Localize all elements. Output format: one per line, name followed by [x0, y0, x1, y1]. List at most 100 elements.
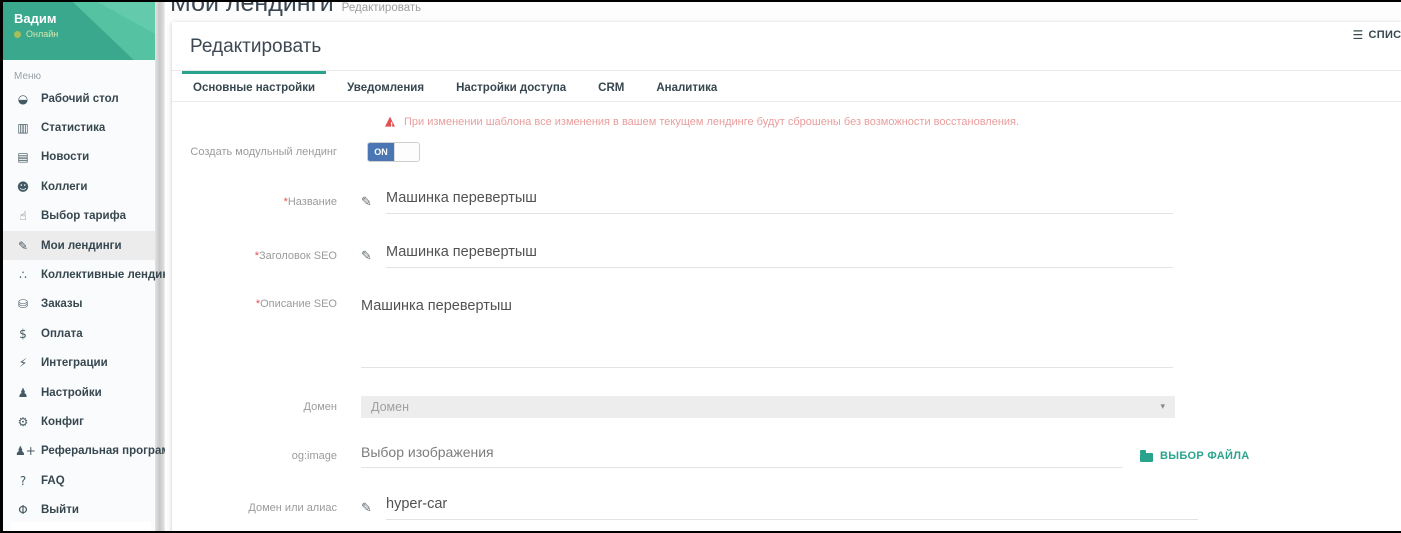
sidebar-item-referral[interactable]: ♟+Реферальная программа: [3, 437, 155, 466]
list-view-button-label: СПИСОК: [1369, 29, 1401, 41]
sidebar-item-tariff[interactable]: ☝ Выбор тарифа: [3, 202, 155, 231]
seo-title-input[interactable]: [386, 244, 1173, 268]
sidebar-item-label: Коллеги: [41, 181, 87, 193]
user-panel[interactable]: Вадим Онлайн: [3, 2, 155, 60]
card-header: Редактировать: [172, 22, 1401, 71]
sidebar-item-news[interactable]: ▤ Новости: [3, 143, 155, 172]
form-row-name: *Название ✎: [172, 190, 1401, 214]
card-title: Редактировать: [190, 36, 1401, 58]
field-label: *Название: [172, 196, 361, 208]
sidebar-bottom-box: [11, 522, 151, 531]
colleagues-icon: ☻: [15, 180, 31, 194]
field-label: Домен или алиас: [172, 502, 361, 514]
pencil-icon: ✎: [361, 195, 379, 210]
sidebar-item-label: Заказы: [41, 298, 82, 310]
og-image-picker[interactable]: Выбор изображения: [361, 444, 1123, 468]
app-window: Вадим Онлайн Меню ◒ Рабочий стол ▥ Статисти…: [3, 2, 1401, 531]
breadcrumb: Редактировать: [342, 2, 421, 14]
field-label: og:image: [172, 450, 361, 462]
field-label: *Описание SEO: [172, 298, 361, 310]
my-landings-icon: ✎: [15, 239, 31, 253]
field-label: *Заголовок SEO: [172, 250, 361, 262]
user-status: Онлайн: [14, 29, 58, 39]
tab-analytics[interactable]: Аналитика: [645, 71, 728, 101]
page-title: Мои лендинги: [170, 2, 334, 18]
modular-landing-toggle[interactable]: ON: [367, 142, 420, 162]
name-input[interactable]: [386, 190, 1173, 214]
tab-main-settings[interactable]: Основные настройки: [182, 71, 326, 101]
alias-input[interactable]: [386, 496, 1198, 520]
form-row-modular-toggle: Создать модульный лендинг ON: [172, 142, 1401, 162]
sidebar-item-label: Интеграции: [41, 357, 108, 369]
sidebar-item-label: Выйти: [41, 504, 79, 516]
folder-icon: [1140, 453, 1153, 462]
sidebar-item-logout[interactable]: Φ Выйти: [3, 495, 155, 524]
toggle-on-label: ON: [368, 143, 394, 161]
sidebar-item-colleagues[interactable]: ☻ Коллеги: [3, 172, 155, 201]
warning-text: При изменении шаблона все изменения в ва…: [404, 116, 1019, 128]
choose-file-button[interactable]: ВЫБОР ФАЙЛА: [1140, 450, 1250, 462]
payment-icon: $: [15, 327, 31, 341]
warning-banner: ▲ При изменении шаблона все изменения в …: [385, 115, 1401, 128]
user-status-label: Онлайн: [26, 29, 58, 39]
sidebar-item-label: Выбор тарифа: [41, 210, 126, 222]
field-label: Домен: [172, 401, 361, 413]
tab-crm[interactable]: CRM: [587, 71, 635, 101]
sidebar-item-settings[interactable]: ♟ Настройки: [3, 378, 155, 407]
seo-description-textarea[interactable]: Машинка перевертыш: [361, 298, 1173, 368]
sidebar-item-label: Конфиг: [41, 416, 84, 428]
config-icon: ⚙: [15, 415, 31, 429]
dashboard-icon: ◒: [15, 92, 31, 106]
choose-file-button-label: ВЫБОР ФАЙЛА: [1160, 450, 1250, 462]
tab-notifications[interactable]: Уведомления: [336, 71, 435, 101]
sidebar-item-label: Мои лендинги: [41, 240, 122, 252]
tab-access-settings[interactable]: Настройки доступа: [445, 71, 577, 101]
tabs: Основные настройки Уведомления Настройки д…: [172, 71, 1401, 102]
sidebar-item-config[interactable]: ⚙ Конфиг: [3, 407, 155, 436]
form-row-og-image: og:image Выбор изображения ВЫБОР ФАЙЛА: [172, 444, 1401, 468]
domain-select[interactable]: Домен ▾: [361, 396, 1175, 418]
integrations-icon: ⚡: [15, 356, 31, 370]
faq-icon: ?: [15, 474, 31, 488]
sidebar-item-dashboard[interactable]: ◒ Рабочий стол: [3, 84, 155, 113]
form-row-seo-title: *Заголовок SEO ✎: [172, 244, 1401, 268]
sidebar-item-label: FAQ: [41, 475, 65, 487]
sidebar-item-orders[interactable]: ⛁ Заказы: [3, 290, 155, 319]
sidebar: Вадим Онлайн Меню ◒ Рабочий стол ▥ Статисти…: [3, 2, 155, 531]
logout-icon: Φ: [15, 503, 31, 517]
online-dot-icon: [14, 31, 21, 38]
orders-icon: ⛁: [15, 297, 31, 311]
main-content: Мои лендинги Редактировать ☰ СПИСОК Реда…: [165, 2, 1401, 531]
list-view-button[interactable]: ☰ СПИСОК: [1352, 28, 1401, 42]
sidebar-item-label: Рабочий стол: [41, 93, 119, 105]
sidebar-item-label: Настройки: [41, 387, 102, 399]
field-label: Создать модульный лендинг: [172, 146, 361, 158]
sidebar-item-my-landings[interactable]: ✎ Мои лендинги: [3, 231, 155, 260]
menu-section-label: Меню: [14, 71, 155, 82]
list-icon: ☰: [1352, 28, 1363, 42]
pencil-icon: ✎: [361, 501, 379, 516]
warning-icon: ▲: [385, 115, 395, 128]
page-header: Мои лендинги Редактировать: [170, 2, 421, 18]
tariff-icon: ☝: [15, 209, 31, 223]
sidebar-item-collective-landings[interactable]: ∴Коллективные лендинги: [3, 260, 155, 289]
user-name: Вадим: [14, 11, 56, 26]
sidebar-item-statistics[interactable]: ▥ Статистика: [3, 113, 155, 142]
sidebar-item-label: Новости: [41, 151, 89, 163]
form-row-domain: Домен Домен ▾: [172, 396, 1401, 418]
sidebar-item-integrations[interactable]: ⚡ Интеграции: [3, 349, 155, 378]
sidebar-item-label: Статистика: [41, 122, 105, 134]
toggle-handle: [394, 143, 419, 161]
collective-landings-icon: ∴: [15, 268, 31, 282]
settings-icon: ♟: [15, 386, 31, 400]
sidebar-menu: ◒ Рабочий стол ▥ Статистика ▤ Новости ☻ Коллеги…: [3, 84, 155, 531]
referral-icon: ♟+: [15, 444, 31, 458]
sidebar-item-faq[interactable]: ? FAQ: [3, 466, 155, 495]
news-icon: ▤: [15, 150, 31, 164]
sidebar-item-label: Коллективные лендинги: [41, 269, 181, 281]
domain-select-value: Домен: [371, 400, 409, 414]
edit-card: Редактировать Основные настройки Уведомле…: [172, 22, 1401, 531]
sidebar-item-payment[interactable]: $Оплата: [3, 319, 155, 348]
statistics-icon: ▥: [15, 121, 31, 135]
pencil-icon: ✎: [361, 249, 379, 264]
